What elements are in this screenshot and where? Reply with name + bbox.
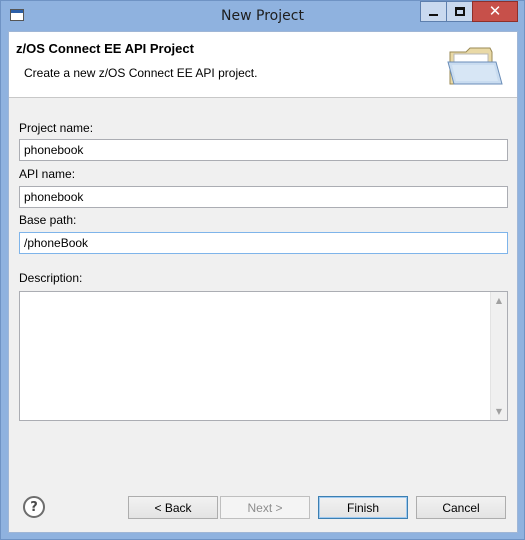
cancel-button[interactable]: Cancel [416, 496, 506, 519]
wizard-page-title: z/OS Connect EE API Project [16, 41, 194, 56]
base-path-label: Base path: [19, 213, 77, 227]
minimize-button[interactable] [420, 1, 447, 22]
description-label: Description: [19, 271, 83, 285]
help-button[interactable]: ? [23, 496, 45, 518]
description-textarea[interactable]: ▲ ▼ [19, 291, 508, 421]
wizard-page-description: Create a new z/OS Connect EE API project… [24, 66, 258, 80]
minimize-icon [429, 13, 438, 16]
finish-button[interactable]: Finish [318, 496, 408, 519]
project-name-field[interactable]: phonebook [19, 139, 508, 161]
title-bar[interactable]: New Project ✕ [1, 1, 524, 31]
open-folder-icon [447, 47, 503, 85]
base-path-field[interactable]: /phoneBook [19, 232, 508, 254]
back-button[interactable]: < Back [128, 496, 218, 519]
maximize-icon [454, 7, 465, 16]
scroll-down-icon[interactable]: ▼ [491, 403, 507, 420]
dialog-client-area: z/OS Connect EE API Project Create a new… [8, 31, 518, 533]
new-project-window: New Project ✕ z/OS Connect EE API Projec… [0, 0, 525, 540]
api-name-label: API name: [19, 167, 76, 181]
scroll-up-icon[interactable]: ▲ [491, 292, 507, 309]
close-icon: ✕ [488, 2, 502, 20]
next-button[interactable]: Next > [220, 496, 310, 519]
project-name-label: Project name: [19, 121, 94, 135]
api-name-field[interactable]: phonebook [19, 186, 508, 208]
wizard-banner: z/OS Connect EE API Project Create a new… [9, 32, 517, 98]
close-button[interactable]: ✕ [472, 1, 518, 22]
description-scrollbar[interactable]: ▲ ▼ [490, 292, 507, 420]
maximize-button[interactable] [446, 1, 473, 22]
